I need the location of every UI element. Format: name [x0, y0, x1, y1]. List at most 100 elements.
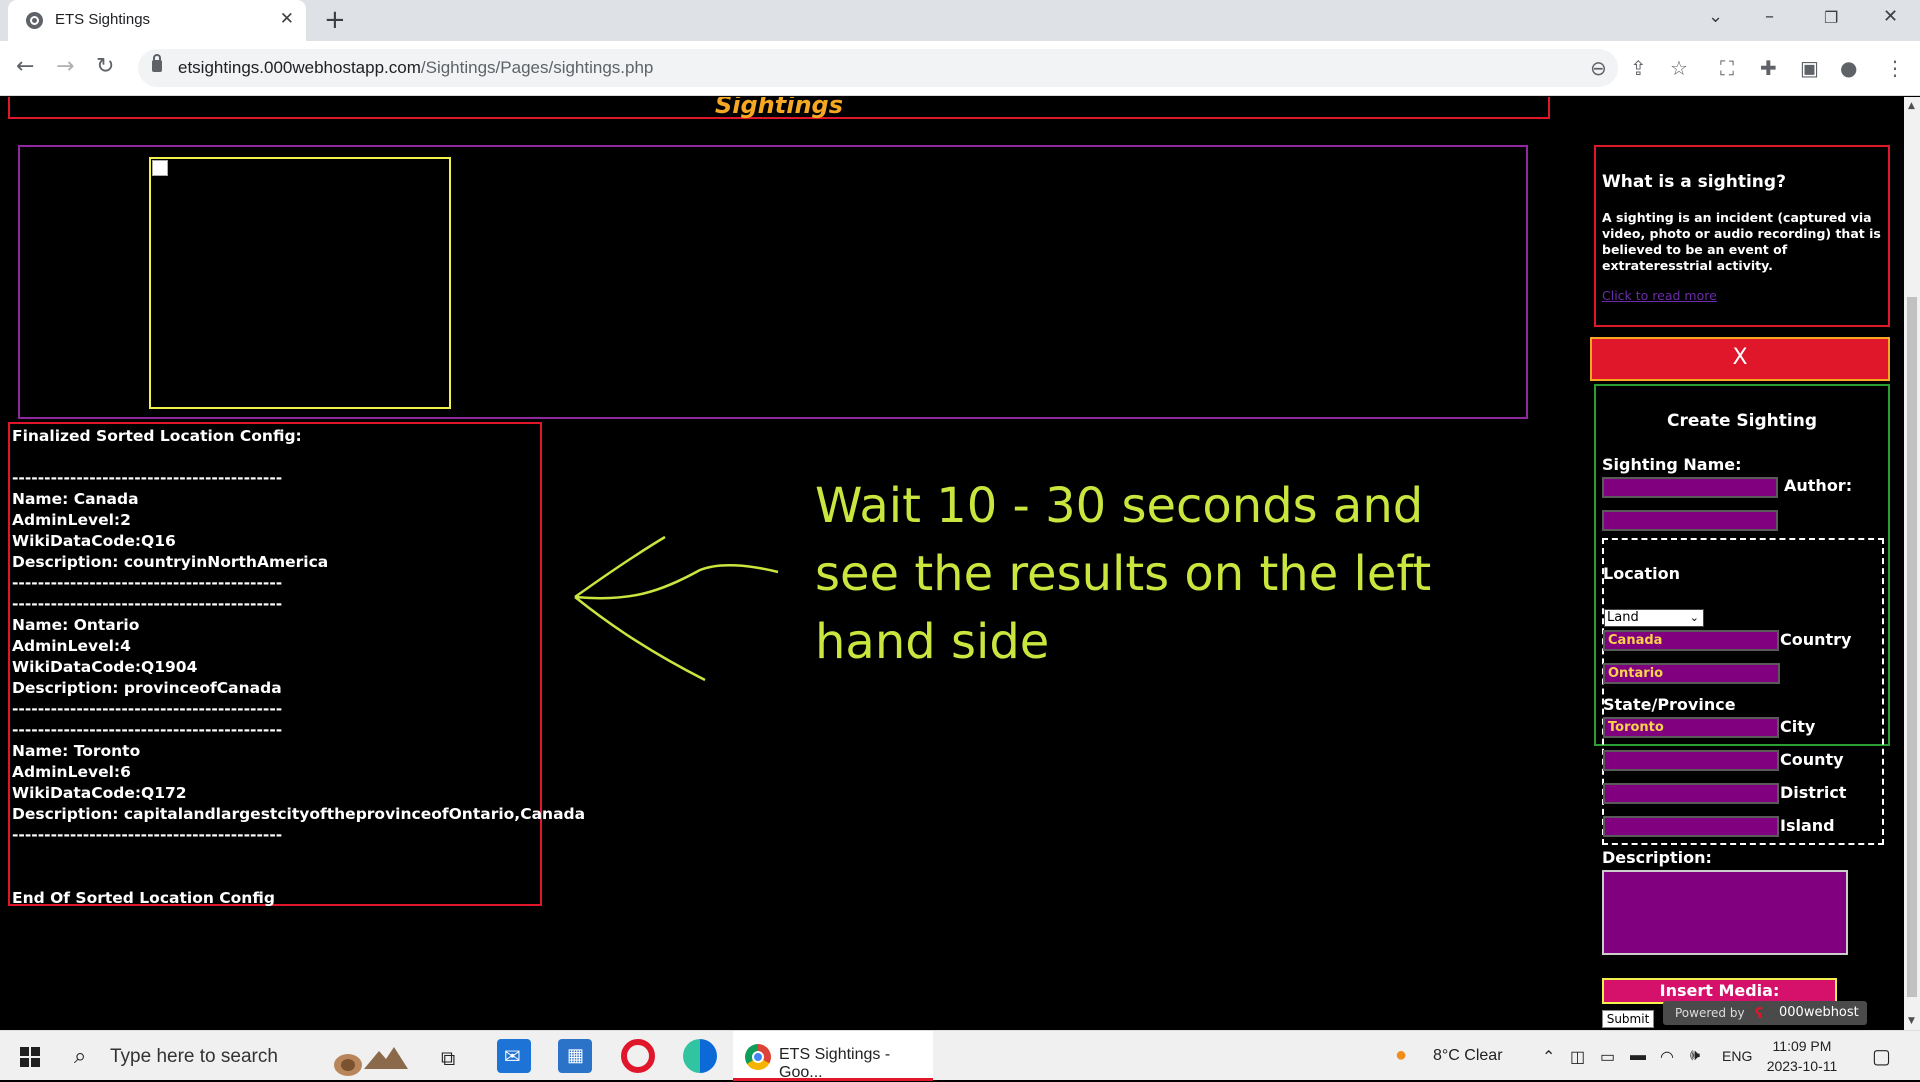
clock-time: 11:09 PM — [1772, 1038, 1832, 1054]
arrow-annotation — [574, 535, 779, 682]
lock-icon — [152, 54, 162, 72]
what-text: A sighting is an incident (captured via … — [1602, 210, 1881, 273]
clock[interactable]: 11:09 PM 2023-10-11 — [1760, 1036, 1844, 1076]
reload-icon[interactable]: ↻ — [96, 54, 114, 79]
webhost-logo-icon: ʕ — [1755, 1006, 1764, 1022]
browser-tab[interactable]: ETS Sightings ✕ — [8, 0, 306, 41]
city-label: City — [1780, 717, 1816, 736]
window-close-icon[interactable]: ✕ — [1883, 6, 1898, 27]
mail-icon[interactable]: ✉ — [497, 1039, 531, 1073]
location-label: Location — [1603, 564, 1680, 583]
new-tab-icon[interactable]: + — [324, 5, 346, 35]
minimize-icon[interactable]: – — [1765, 6, 1774, 27]
state-label: State/Province — [1603, 695, 1736, 714]
opera-icon[interactable] — [621, 1039, 655, 1073]
meet-now-icon[interactable]: ◫ — [1570, 1047, 1585, 1067]
share-icon[interactable]: ⇪ — [1630, 56, 1647, 80]
clock-date: 2023-10-11 — [1766, 1058, 1838, 1074]
sighting-name-input[interactable] — [1602, 477, 1778, 498]
bookmark-star-icon[interactable]: ☆ — [1670, 56, 1688, 80]
battery-icon[interactable]: ▬ — [1630, 1047, 1646, 1065]
weather-icon[interactable]: ● — [1395, 1044, 1407, 1067]
create-sighting-title: Create Sighting — [1666, 411, 1817, 431]
county-input[interactable] — [1603, 750, 1779, 771]
edge-icon[interactable] — [683, 1039, 717, 1073]
menu-icon[interactable]: ⋮ — [1885, 56, 1905, 80]
webhost-name: 000webhost — [1779, 1005, 1859, 1020]
media-panel — [18, 145, 1528, 419]
screenshot-icon[interactable]: ⛶ — [1720, 56, 1734, 80]
sighting-image — [149, 157, 451, 409]
tab-search-icon[interactable]: ⌄ — [1708, 6, 1723, 27]
show-hidden-icons[interactable]: ⌃ — [1542, 1047, 1555, 1067]
globe-icon — [26, 12, 43, 29]
side-panel-icon[interactable]: ▣ — [1800, 56, 1819, 80]
url-domain: etsightings.000webhostapp.com — [178, 58, 421, 77]
island-label: Island — [1780, 816, 1835, 835]
scroll-up-icon[interactable]: ▲ — [1908, 101, 1915, 111]
notifications-icon[interactable]: ▢ — [1872, 1044, 1891, 1069]
url-text: etsightings.000webhostapp.com/Sightings/… — [178, 58, 653, 78]
arrow-stroke — [574, 596, 706, 682]
what-is-sighting-panel: What is a sighting? A sighting is an inc… — [1594, 145, 1890, 327]
windows-start-icon[interactable] — [20, 1047, 40, 1067]
country-input[interactable]: Canada — [1603, 630, 1779, 651]
zoom-icon[interactable]: ⊖ — [1590, 56, 1607, 80]
district-label: District — [1780, 783, 1847, 802]
store-icon[interactable]: ▦ — [558, 1039, 592, 1073]
restore-icon[interactable]: ❐ — [1824, 8, 1838, 27]
url-path: /Sightings/Pages/sightings.php — [420, 58, 654, 77]
broken-image-icon — [152, 160, 168, 176]
submit-button[interactable]: Submit — [1602, 1010, 1654, 1028]
browser-toolbar: ← → ↻ etsightings.000webhostapp.com/Sigh… — [0, 41, 1920, 96]
chevron-down-icon: ⌄ — [1689, 611, 1699, 624]
volume-icon[interactable]: 🕪 — [1690, 1047, 1700, 1065]
wait-message: Wait 10 - 30 seconds and see the results… — [815, 478, 1432, 670]
location-config-output: Finalized Sorted Location Config: ------… — [8, 422, 585, 907]
arrow-stroke — [574, 563, 779, 600]
close-button[interactable]: X — [1590, 337, 1890, 381]
author-input[interactable] — [1602, 510, 1778, 531]
description-textarea[interactable] — [1602, 870, 1848, 955]
county-label: County — [1780, 750, 1844, 769]
device-icon[interactable]: ▭ — [1600, 1047, 1615, 1067]
profile-icon[interactable]: ● — [1840, 56, 1857, 80]
tab-close-icon[interactable]: ✕ — [280, 9, 294, 29]
scroll-down-icon[interactable]: ▼ — [1908, 1016, 1915, 1026]
taskbar-search[interactable]: ⌕ Type here to search — [58, 1031, 420, 1081]
what-title: What is a sighting? — [1602, 172, 1786, 192]
location-type-value: Land — [1607, 610, 1639, 625]
sighting-name-label: Sighting Name: — [1602, 455, 1742, 474]
city-input[interactable]: Toronto — [1603, 717, 1779, 738]
wifi-icon[interactable]: ◠ — [1660, 1047, 1674, 1067]
chrome-taskbar-label: ETS Sightings - Goo... — [779, 1046, 891, 1081]
read-more-link[interactable]: Click to read more — [1602, 288, 1882, 303]
description-label: Description: — [1602, 848, 1712, 867]
search-highlight-image — [334, 1047, 408, 1076]
back-icon[interactable]: ← — [16, 54, 34, 79]
tab-title: ETS Sightings — [55, 11, 151, 28]
page-scrollbar[interactable]: ▲ ▼ — [1904, 97, 1920, 1030]
powered-by-badge[interactable]: Powered by ʕ 000webhost — [1663, 1001, 1867, 1025]
extensions-icon[interactable]: ✚ — [1760, 56, 1777, 80]
chrome-taskbar-item[interactable]: ETS Sightings - Goo... — [733, 1031, 933, 1081]
page-title: Sightings — [714, 97, 844, 119]
search-icon: ⌕ — [74, 1043, 87, 1068]
weather-text[interactable]: 8°C Clear — [1433, 1047, 1503, 1065]
forward-icon[interactable]: → — [56, 54, 74, 79]
author-label: Author: — [1784, 476, 1853, 495]
powered-by-text: Powered by — [1675, 1006, 1745, 1020]
address-bar[interactable]: etsightings.000webhostapp.com/Sightings/… — [138, 49, 1618, 87]
language-indicator[interactable]: ENG — [1722, 1048, 1752, 1064]
arrow-stroke — [574, 535, 666, 599]
island-input[interactable] — [1603, 816, 1779, 837]
scrollbar-thumb[interactable] — [1907, 297, 1917, 997]
task-view-icon[interactable]: ⧉ — [433, 1039, 467, 1073]
search-placeholder: Type here to search — [110, 1046, 278, 1067]
header-banner: Sightings — [8, 97, 1550, 119]
location-type-select[interactable]: Land ⌄ — [1604, 609, 1704, 627]
country-label: Country — [1780, 630, 1852, 649]
windows-taskbar: ⌕ Type here to search ⧉ ✉ ▦ ETS Sighting… — [0, 1030, 1920, 1081]
district-input[interactable] — [1603, 783, 1779, 804]
state-input[interactable]: Ontario — [1603, 663, 1780, 684]
